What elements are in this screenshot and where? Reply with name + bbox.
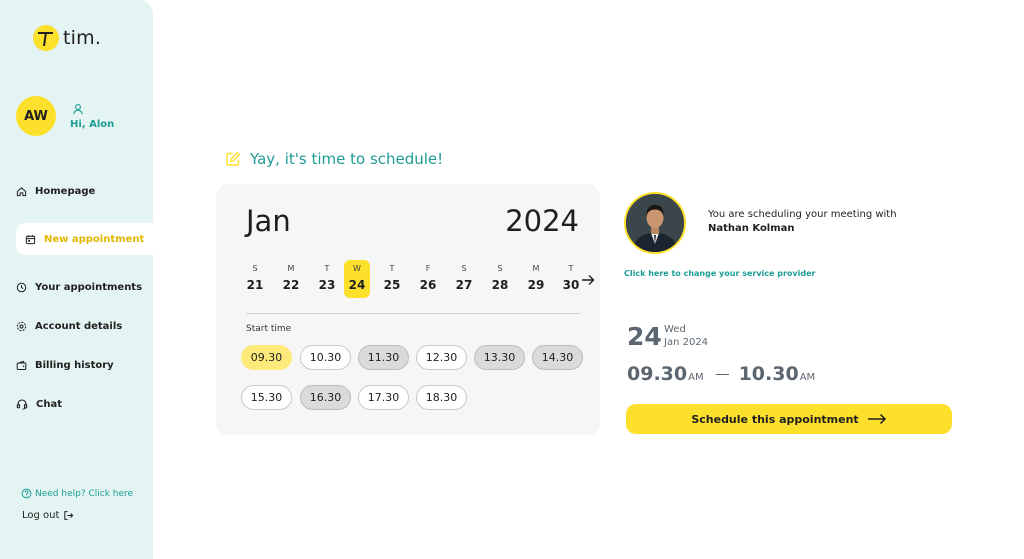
day-letter: T — [389, 264, 395, 273]
day-option[interactable]: T 23 — [314, 260, 340, 298]
app-root: tim. AW Hi, Alon Homepage New appointmen… — [0, 0, 1024, 559]
home-icon — [16, 186, 27, 196]
provider-photo — [624, 192, 686, 254]
sidebar-item-label: Chat — [36, 398, 62, 410]
summary-time-range: 09.30 AM 10.30 AM — [627, 363, 815, 385]
day-letter: W — [353, 264, 361, 273]
logout-button[interactable]: Log out — [22, 510, 74, 521]
sidebar-item-chat[interactable]: Chat — [16, 388, 62, 420]
user-icon — [73, 103, 83, 114]
day-letter: S — [461, 264, 467, 273]
clock-icon — [16, 282, 27, 292]
edit-icon — [226, 152, 240, 166]
day-letter: S — [252, 264, 258, 273]
summary-weekday: Wed — [664, 324, 686, 335]
headset-icon — [16, 399, 28, 410]
day-letter: M — [287, 264, 295, 273]
summary-end-time: 10.30 — [738, 363, 799, 385]
change-provider-link[interactable]: Click here to change your service provid… — [624, 269, 815, 278]
time-separator — [715, 373, 729, 375]
wallet-icon — [16, 360, 27, 370]
day-number: 28 — [491, 278, 509, 292]
sidebar-item-label: Homepage — [35, 185, 96, 197]
logo-icon — [33, 25, 59, 51]
day-option[interactable]: T 25 — [379, 260, 405, 298]
help-text: Need help? Click here — [35, 488, 134, 499]
start-time-label: Start time — [246, 324, 292, 334]
calendar-icon — [25, 234, 36, 244]
day-letter: T — [568, 264, 574, 273]
time-slot-unavailable[interactable]: 14.30 — [532, 345, 583, 370]
sidebar-item-label: Billing history — [35, 359, 114, 371]
help-icon — [21, 488, 32, 499]
time-slot-selected[interactable]: 09.30 — [241, 345, 292, 370]
summary-month-year: Jan 2024 — [664, 337, 709, 348]
time-slot[interactable]: 10.30 — [300, 345, 351, 370]
day-option[interactable]: S 21 — [242, 260, 268, 298]
day-option[interactable]: S 27 — [451, 260, 477, 298]
page-title: Yay, it's time to schedule! — [250, 150, 444, 168]
day-option[interactable]: S 28 — [487, 260, 513, 298]
day-number: 25 — [383, 278, 401, 292]
day-number: 22 — [282, 278, 300, 292]
page-heading: Yay, it's time to schedule! — [225, 150, 443, 168]
schedule-button-label: Schedule this appointment — [691, 412, 859, 426]
sidebar-item-billing-history[interactable]: Billing history — [16, 349, 114, 381]
sidebar-item-label: New appointment — [44, 233, 145, 245]
day-letter: M — [532, 264, 540, 273]
time-slot[interactable]: 18.30 — [416, 385, 467, 410]
summary-start-time: 09.30 — [627, 363, 688, 385]
user-profile: AW Hi, Alon — [16, 96, 114, 136]
sidebar-item-new-appointment[interactable]: New appointment — [16, 223, 153, 255]
day-letter: T — [324, 264, 330, 273]
greeting-text: Hi, Alon — [70, 118, 115, 130]
summary-day: 24 — [627, 322, 662, 351]
schedule-button[interactable]: Schedule this appointment — [626, 404, 952, 434]
logo-text: tim. — [63, 27, 102, 49]
logout-label: Log out — [22, 510, 60, 521]
time-slot[interactable]: 15.30 — [241, 385, 292, 410]
time-slot-unavailable[interactable]: 13.30 — [474, 345, 525, 370]
time-slot[interactable]: 12.30 — [416, 345, 467, 370]
gear-icon — [16, 321, 27, 331]
summary-start-ampm: AM — [688, 372, 704, 383]
calendar-card: Jan 2024 S 21 M 22 T 23 W 24 T 25 F 26 S 27 S 28… — [216, 184, 600, 435]
day-option-selected[interactable]: W 24 — [344, 260, 370, 298]
day-number: 27 — [455, 278, 473, 292]
day-number: 29 — [527, 278, 545, 292]
greeting: Hi, Alon — [70, 103, 114, 130]
time-slot-unavailable[interactable]: 11.30 — [358, 345, 409, 370]
time-slot-unavailable[interactable]: 16.30 — [300, 385, 351, 410]
arrow-right-icon[interactable] — [581, 274, 595, 286]
calendar-month[interactable]: Jan — [246, 204, 291, 238]
day-option[interactable]: M 22 — [278, 260, 304, 298]
sidebar-item-label: Your appointments — [35, 281, 143, 293]
provider-portrait — [626, 194, 684, 252]
day-strip: S 21 M 22 T 23 W 24 T 25 F 26 S 27 S 28 M 29 T 30 — [240, 260, 580, 298]
time-slot[interactable]: 17.30 — [358, 385, 409, 410]
day-option[interactable]: F 26 — [415, 260, 441, 298]
day-number: 23 — [318, 278, 336, 292]
avatar[interactable]: AW — [16, 96, 56, 136]
sidebar-item-account-details[interactable]: Account details — [16, 310, 122, 342]
summary-end-ampm: AM — [799, 372, 816, 383]
provider-name: Nathan Kolman — [708, 223, 795, 234]
sidebar-item-homepage[interactable]: Homepage — [16, 175, 95, 207]
day-number: 26 — [419, 278, 437, 292]
sidebar-item-your-appointments[interactable]: Your appointments — [16, 271, 142, 303]
day-number: 24 — [348, 278, 366, 292]
day-option[interactable]: M 29 — [523, 260, 549, 298]
help-link[interactable]: Need help? Click here — [21, 488, 133, 499]
provider-intro: You are scheduling your meeting with — [708, 209, 897, 220]
day-number: 21 — [246, 278, 264, 292]
arrow-right-icon — [867, 413, 886, 425]
sidebar: tim. AW Hi, Alon Homepage New appointmen… — [0, 0, 153, 559]
sidebar-item-label: Account details — [35, 320, 123, 332]
divider — [246, 313, 580, 314]
logout-icon — [64, 511, 74, 520]
day-letter: S — [497, 264, 503, 273]
calendar-year[interactable]: 2024 — [505, 204, 579, 238]
day-letter: F — [425, 264, 431, 273]
logo[interactable]: tim. — [33, 25, 101, 51]
